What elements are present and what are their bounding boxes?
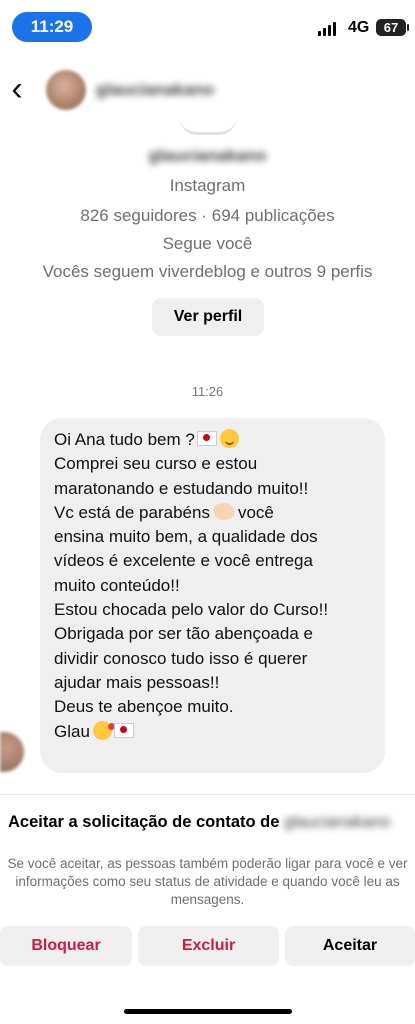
request-description: Se você aceitar, as pessoas também poder… — [7, 856, 408, 907]
message-line: dividir conosco tudo isso é querer — [54, 648, 308, 668]
message-line: Estou chocada pelo valor do Curso!! — [54, 600, 329, 620]
request-actions: Bloquear Excluir Aceitar — [0, 926, 415, 966]
japan-flag-icon — [196, 431, 217, 446]
message-line: Vc está de parabéns você — [54, 500, 384, 525]
signal-icon — [318, 22, 336, 36]
message-line: Obrigada por ser tão abençoada e — [54, 624, 313, 644]
delete-button[interactable]: Excluir — [138, 926, 279, 966]
message-text: Oi Ana tudo bem ? Comprei seu curso e es… — [54, 428, 384, 744]
message-line: muito conteúdo!! — [54, 575, 180, 595]
profile-username: glaucianakano — [148, 146, 267, 165]
message-timestamp: 11:26 — [191, 384, 224, 399]
profile-source: Instagram — [169, 176, 246, 195]
clapping-hands-icon — [212, 500, 236, 523]
profile-stats: 826 seguidores · 694 publicações — [80, 206, 335, 225]
japan-flag-icon — [113, 722, 134, 738]
smiling-face-icon — [219, 429, 239, 448]
battery-icon: 67 — [376, 19, 409, 36]
sender-avatar[interactable] — [0, 732, 24, 772]
message-line: vídeos é excelente e você entrega — [54, 551, 313, 571]
profile-picture-edge — [180, 118, 236, 135]
avatar[interactable] — [46, 70, 86, 110]
message-line: ensina muito bem, a qualidade dos — [54, 527, 318, 547]
accept-button[interactable]: Aceitar — [285, 926, 415, 966]
divider — [0, 794, 415, 795]
view-profile-button[interactable]: Ver perfil — [152, 298, 264, 336]
request-title: Aceitar a solicitação de contato de glau… — [8, 813, 391, 831]
status-time: 11:29 — [12, 12, 92, 42]
follow-status: Segue você — [162, 234, 253, 253]
network-type: 4G — [348, 19, 370, 36]
message-line: Glau — [54, 720, 384, 744]
kissing-face-icon — [92, 720, 115, 740]
message-line: Oi Ana tudo bem ? — [54, 428, 384, 452]
message-line: Deus te abençoe muito. — [54, 697, 234, 717]
block-button[interactable]: Bloquear — [0, 926, 132, 966]
header-username[interactable]: glaucianakano — [96, 80, 214, 100]
message-line: ajudar mais pessoas!! — [54, 672, 220, 692]
request-username: glaucianakano — [284, 813, 391, 831]
message-line: Comprei seu curso e estou — [54, 454, 258, 474]
back-arrow-icon[interactable]: ‹ — [2, 72, 32, 108]
chat-header: ‹ glaucianakano — [0, 58, 415, 124]
message-line: maratonando e estudando muito!! — [54, 478, 309, 498]
home-indicator[interactable] — [124, 1009, 292, 1014]
status-bar: 11:29 4G 67 — [0, 0, 415, 54]
mutual-follows: Vocês seguem viverdeblog e outros 9 perf… — [42, 262, 373, 281]
